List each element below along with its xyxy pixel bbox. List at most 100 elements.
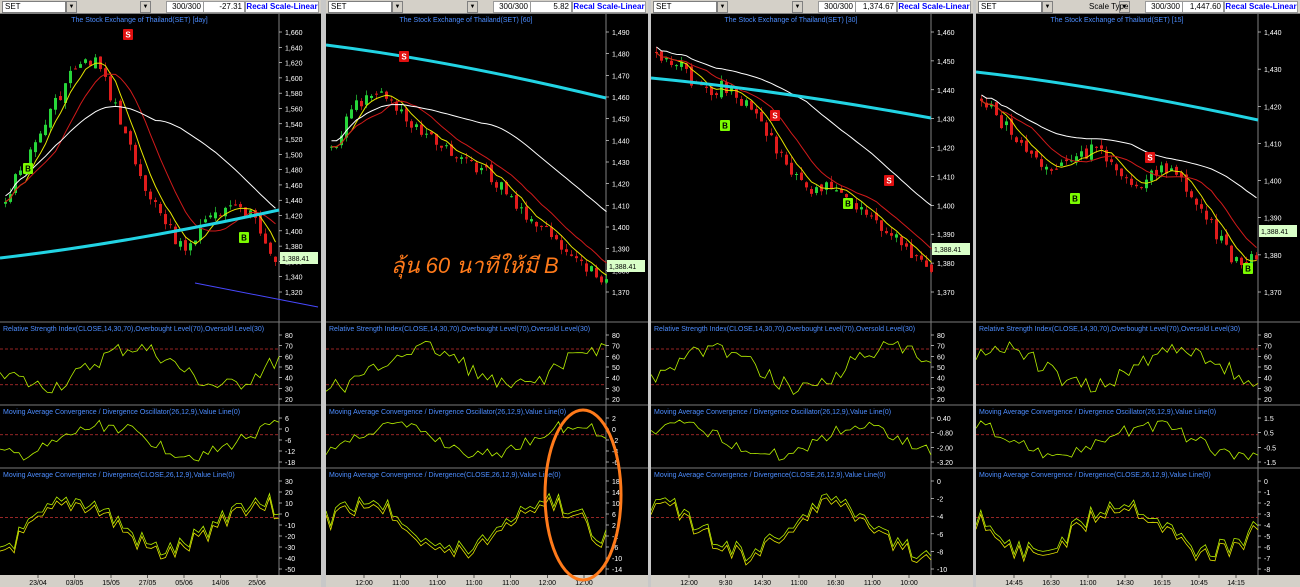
rsi-axis-tick: 70 [612,344,620,351]
chart-title: The Stock Exchange of Thailand(SET) [15] [1051,17,1184,24]
sell-signal-marker[interactable]: S [1145,152,1155,163]
ma-mid-line [5,73,276,232]
price-axis-tick: 1,400 [612,225,630,232]
sell-signal-marker[interactable]: S [884,175,894,186]
sell-signal-marker[interactable]: S [399,51,409,62]
price-axis-tick: 1,370 [1264,290,1282,297]
price-axis-tick: 1,470 [612,73,630,80]
buy-signal-marker[interactable]: B [1243,263,1253,274]
macd-pane-title: Moving Average Convergence / Divergence(… [3,472,235,479]
macd-axis-tick: 14 [612,490,620,497]
chart-panel-3[interactable]: SET ▼ ▼ 300/300 1,374.67 Recal Scale-Linear Th… [651,0,973,587]
macd-axis-tick: -2 [1264,501,1270,508]
time-axis-tick: 16:30 [827,580,845,587]
macd-osc-axis-tick: 0 [612,427,616,434]
macd-axis-tick: 0 [285,512,289,519]
price-axis-tick: 1,440 [612,138,630,145]
time-axis-tick: 12:00 [539,580,557,587]
ma-long-line [0,208,280,260]
signal-label: B [722,122,728,131]
macd-axis-tick: -7 [1264,556,1270,563]
time-axis-tick: 11:00 [1080,580,1097,587]
macd-axis-tick: -6 [937,532,943,539]
macd-axis-tick: -10 [937,567,947,574]
chart-title: The Stock Exchange of Thailand(SET) [day… [71,17,207,24]
buy-signal-marker[interactable]: B [720,120,730,131]
price-axis-tick: 1,560 [285,106,303,113]
macd-axis-tick: -8 [1264,567,1270,574]
macd-pane-title: Moving Average Convergence / Divergence(… [979,472,1211,479]
signal-label: B [1245,265,1251,274]
price-axis-tick: 1,660 [285,30,303,37]
macd-osc-axis-tick: -6 [285,438,291,445]
rsi-axis-tick: 20 [937,397,945,404]
last-price-label: 1,388.41 [934,247,961,254]
price-axis-tick: 1,400 [285,229,303,236]
last-price-label: 1,388.41 [609,264,636,271]
last-price-label: 1,388.41 [282,256,309,263]
macd-osc-pane-title: Moving Average Convergence / Divergence … [654,409,891,416]
chart-canvas[interactable]: The Stock Exchange of Thailand(SET) [60]… [326,0,648,587]
ma-long-line [976,70,1259,122]
chart-panel-1[interactable]: SET ▼ ▼ 300/300 -27.31 Recal Scale-Linear The … [0,0,321,587]
price-axis-tick: 1,380 [937,261,955,268]
time-axis-tick: 12:00 [680,580,698,587]
price-axis-tick: 1,410 [612,203,630,210]
price-axis-tick: 1,460 [937,30,955,37]
signal-label: B [25,165,31,174]
macd-line [651,493,932,562]
macd-axis-tick: -5 [1264,534,1270,541]
rsi-pane-title: Relative Strength Index(CLOSE,14,30,70),… [329,326,590,333]
rsi-axis-tick: 20 [1264,397,1272,404]
time-axis-tick: 11:00 [466,580,483,587]
price-axis-tick: 1,450 [612,117,630,124]
rsi-axis-tick: 20 [285,397,293,404]
time-axis-tick: 11:00 [791,580,808,587]
macd-axis-tick: -10 [285,523,295,530]
time-axis [326,575,648,587]
time-axis-tick: 14/06 [212,580,230,587]
macd-line [326,492,607,555]
time-axis-tick: 05/06 [175,580,193,587]
macd-axis-tick: -14 [612,567,622,574]
chart-canvas[interactable]: The Stock Exchange of Thailand(SET) [15]… [976,0,1300,587]
sell-signal-marker[interactable]: S [770,110,780,121]
time-axis-tick: 12:00 [355,580,373,587]
time-axis-tick: 16:30 [1042,580,1060,587]
sell-signal-marker[interactable]: S [123,29,133,40]
buy-signal-marker[interactable]: B [239,232,249,243]
rsi-axis-tick: 20 [612,397,620,404]
rsi-pane-title: Relative Strength Index(CLOSE,14,30,70),… [979,326,1240,333]
chart-panel-4[interactable]: SET ▼ ▼ Scale Type 300/300 1,447.60 Recal Scal… [976,0,1300,587]
buy-signal-marker[interactable]: B [1070,193,1080,204]
rsi-axis-tick: 80 [612,333,620,340]
price-axis-tick: 1,370 [937,290,955,297]
macd-axis-tick: -20 [285,534,295,541]
macd-osc-axis-tick: -2.00 [937,445,953,452]
price-axis-tick: 1,430 [1264,67,1282,74]
chart-canvas[interactable]: The Stock Exchange of Thailand(SET) [30]… [651,0,973,587]
macd-osc-axis-tick: -12 [285,449,295,456]
rsi-line [0,343,280,394]
time-axis-tick: 25/06 [248,580,266,587]
buy-signal-marker[interactable]: B [843,198,853,209]
macd-osc-pane-title: Moving Average Convergence / Divergence … [979,409,1216,416]
price-axis-tick: 1,520 [285,137,303,144]
signal-label: B [845,200,851,209]
ma-slow-line [331,103,607,213]
macd-axis-tick: -30 [285,545,295,552]
macd-axis-tick: 10 [285,501,293,508]
macd-axis-tick: 20 [285,490,293,497]
chart-canvas[interactable]: The Stock Exchange of Thailand(SET) [day… [0,0,321,587]
macd-osc-axis-tick: -0.5 [1264,445,1276,452]
buy-signal-marker[interactable]: B [23,163,33,174]
macd-axis-tick: -4 [937,514,943,521]
time-axis-tick: 14:30 [754,580,772,587]
chart-panel-2[interactable]: SET ▼ ▼ 300/300 5.82 Recal Scale-Linear The St… [326,0,648,587]
price-axis-tick: 1,600 [285,76,303,83]
price-axis-tick: 1,420 [285,214,303,221]
price-axis-tick: 1,390 [937,232,955,239]
time-axis-tick: 14:30 [1116,580,1134,587]
macd-osc-axis-tick: 0.40 [937,416,951,423]
macd-osc-axis-tick: -18 [285,460,295,467]
